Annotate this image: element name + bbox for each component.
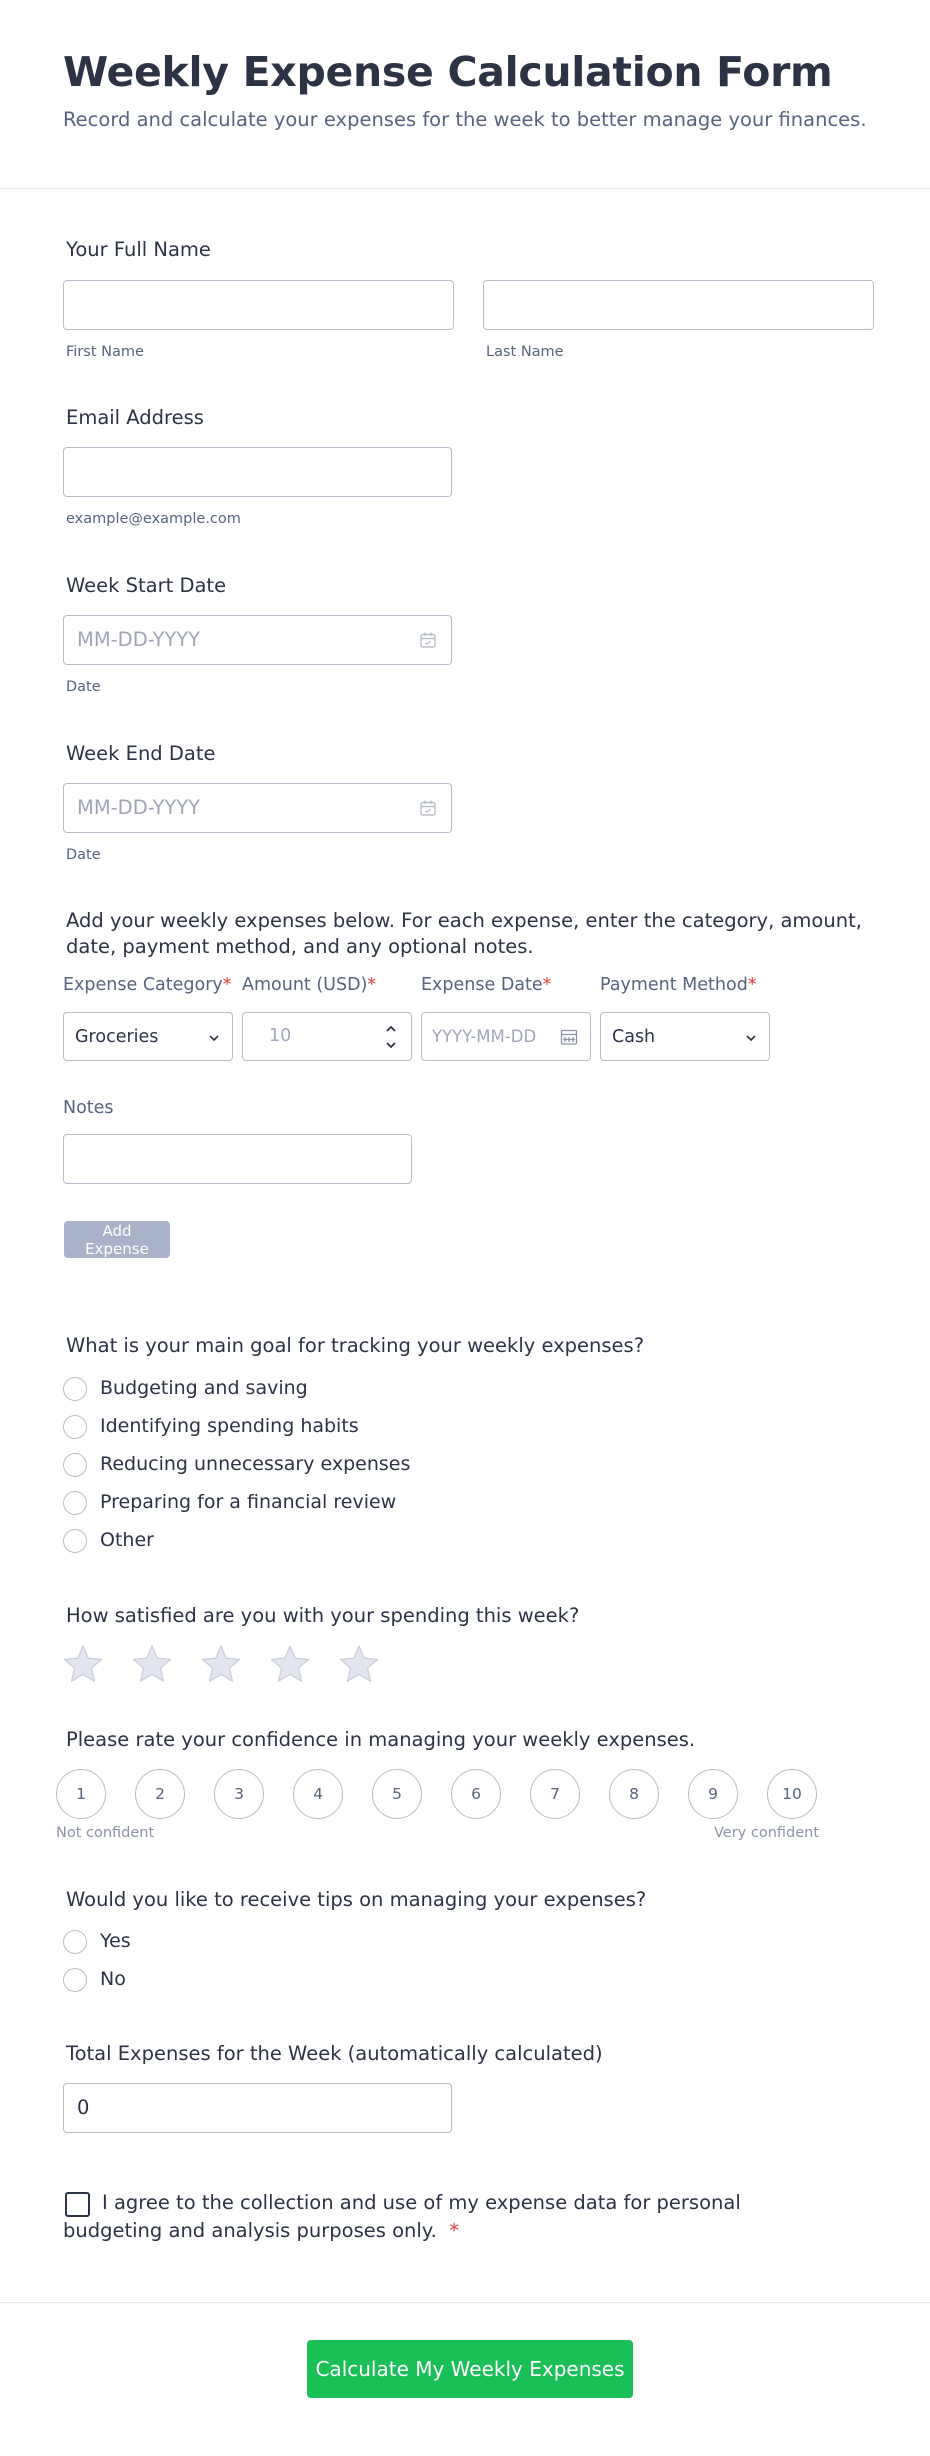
week-end-placeholder: MM-DD-YYYY [77,796,201,819]
last-name-input[interactable] [483,280,874,330]
expense-category-select[interactable]: Groceries [63,1012,233,1061]
goal-option-label: Preparing for a financial review [100,1491,397,1513]
tips-option-label: No [100,1968,126,1990]
first-name-input[interactable] [63,280,454,330]
expense-category-value: Groceries [75,1027,159,1047]
expense-date-placeholder: YYYY-MM-DD [432,1027,537,1046]
goal-radio-reducing[interactable] [63,1453,87,1477]
goal-radio-other[interactable] [63,1529,87,1553]
star-icon[interactable] [339,1645,379,1682]
calendar-icon[interactable] [560,1028,578,1050]
scale-option-5[interactable]: 5 [372,1769,422,1819]
goal-radio-habits[interactable] [63,1415,87,1439]
first-name-sublabel: First Name [66,344,144,360]
payment-method-label: Payment Method* [600,975,757,995]
tips-option-label: Yes [100,1930,131,1952]
week-start-label: Week Start Date [66,574,227,597]
week-start-sublabel: Date [66,679,101,695]
week-start-date-input[interactable]: MM-DD-YYYY [63,615,452,665]
star-rating [63,1644,393,1688]
chevron-down-icon [745,1029,757,1048]
expense-category-label: Expense Category* [63,975,232,995]
goal-radio-budgeting[interactable] [63,1377,87,1401]
total-label: Total Expenses for the Week (automatical… [66,2042,603,2065]
full-name-label: Your Full Name [66,238,211,261]
star-icon[interactable] [63,1645,103,1682]
week-start-placeholder: MM-DD-YYYY [77,628,201,651]
amount-placeholder: 10 [269,1026,292,1046]
star-icon[interactable] [132,1645,172,1682]
required-mark: * [449,2219,459,2242]
calendar-icon[interactable] [419,799,437,821]
expenses-instructions: Add your weekly expenses below. For each… [66,909,862,958]
calendar-icon[interactable] [419,631,437,653]
goal-question: What is your main goal for tracking your… [66,1334,645,1357]
scale-option-6[interactable]: 6 [451,1769,501,1819]
scale-option-8[interactable]: 8 [609,1769,659,1819]
goal-option-label: Reducing unnecessary expenses [100,1453,411,1475]
expense-date-label: Expense Date* [421,975,552,995]
tips-radio-no[interactable] [63,1968,87,1992]
week-end-date-input[interactable]: MM-DD-YYYY [63,783,452,833]
tips-question: Would you like to receive tips on managi… [66,1888,647,1911]
scale-option-10[interactable]: 10 [767,1769,817,1819]
last-name-sublabel: Last Name [486,344,564,360]
payment-method-select[interactable]: Cash [600,1012,770,1061]
tips-radio-yes[interactable] [63,1930,87,1954]
page-subtitle: Record and calculate your expenses for t… [63,108,867,131]
amount-input[interactable]: 10 [242,1012,412,1061]
goal-option-label: Other [100,1529,154,1551]
week-end-label: Week End Date [66,742,216,765]
email-input[interactable] [63,447,452,497]
consent-text: I agree to the collection and use of my … [63,2191,741,2242]
payment-method-value: Cash [612,1027,656,1047]
page-title: Weekly Expense Calculation Form [63,48,833,96]
total-value: 0 [77,2096,90,2119]
week-end-sublabel: Date [66,847,101,863]
scale-option-3[interactable]: 3 [214,1769,264,1819]
scale-option-7[interactable]: 7 [530,1769,580,1819]
email-label: Email Address [66,406,204,429]
goal-option-label: Identifying spending habits [100,1415,359,1437]
scale-option-9[interactable]: 9 [688,1769,738,1819]
scale-option-4[interactable]: 4 [293,1769,343,1819]
scale-option-2[interactable]: 2 [135,1769,185,1819]
email-sublabel: example@example.com [66,511,241,527]
goal-option-label: Budgeting and saving [100,1377,308,1399]
add-expense-button[interactable]: Add Expense [64,1221,170,1258]
notes-input[interactable] [63,1134,412,1184]
footer-divider [0,2302,930,2303]
submit-button[interactable]: Calculate My Weekly Expenses [307,2340,633,2398]
star-icon[interactable] [201,1645,241,1682]
notes-label: Notes [63,1098,114,1118]
header-divider [0,188,930,189]
stepper-icon[interactable] [385,1022,397,1056]
scale-high-label: Very confident [714,1825,820,1841]
star-icon[interactable] [270,1645,310,1682]
goal-radio-review[interactable] [63,1491,87,1515]
scale-low-label: Not confident [56,1825,155,1841]
chevron-down-icon [208,1029,220,1048]
confidence-question: Please rate your confidence in managing … [66,1728,696,1751]
scale-option-1[interactable]: 1 [56,1769,106,1819]
total-expenses-field[interactable]: 0 [63,2083,452,2133]
expense-date-input[interactable]: YYYY-MM-DD [421,1012,591,1061]
satisfaction-question: How satisfied are you with your spending… [66,1604,580,1627]
amount-label: Amount (USD)* [242,975,377,995]
